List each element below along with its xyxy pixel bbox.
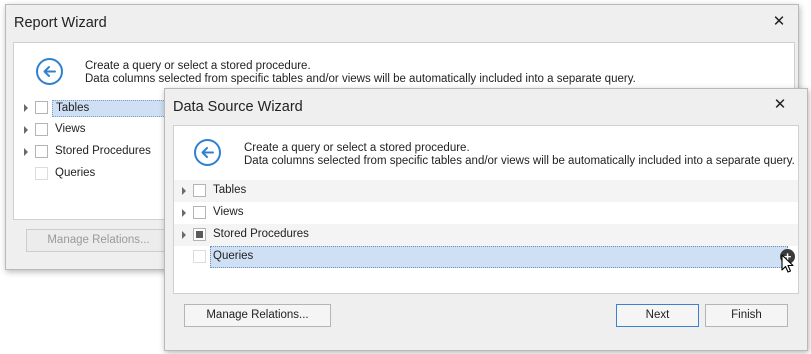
checkbox[interactable] xyxy=(35,123,48,136)
manage-relations-button[interactable]: Manage Relations... xyxy=(184,304,331,327)
hint-line-2: Data columns selected from specific tabl… xyxy=(244,155,795,167)
tree-item-label: Queries xyxy=(55,167,96,179)
selection-highlight xyxy=(210,246,788,268)
next-button[interactable]: Next xyxy=(616,304,699,327)
tree-item-label: Tables xyxy=(213,184,247,196)
hint-line-1: Create a query or select a stored proced… xyxy=(85,60,311,72)
expand-arrow-icon[interactable] xyxy=(24,148,28,156)
expand-arrow-icon[interactable] xyxy=(182,231,186,239)
tree-list: Tables Views Stored Procedures Queries + xyxy=(174,180,798,273)
checkbox[interactable] xyxy=(193,206,206,219)
expand-arrow-icon[interactable] xyxy=(182,209,186,217)
tree-item-label: Stored Procedures xyxy=(213,228,309,240)
manage-relations-button[interactable]: Manage Relations... xyxy=(26,229,171,252)
back-arrow-icon[interactable] xyxy=(194,139,221,166)
expand-arrow-icon[interactable] xyxy=(182,187,186,195)
tree-item-tables[interactable]: Tables xyxy=(174,180,798,202)
back-arrow-icon[interactable] xyxy=(36,58,63,85)
tree-item-label: Stored Procedures xyxy=(55,145,151,157)
tree-item-label: Queries xyxy=(213,250,254,262)
header-row: Create a query or select a stored proced… xyxy=(14,43,794,93)
content-panel: Create a query or select a stored proced… xyxy=(173,125,799,294)
titlebar[interactable]: Data Source Wizard ✕ xyxy=(165,89,807,125)
hint-line-1: Create a query or select a stored proced… xyxy=(244,142,470,154)
hint-line-2: Data columns selected from specific tabl… xyxy=(85,73,636,85)
data-source-wizard-dialog: Data Source Wizard ✕ Create a query or s… xyxy=(164,88,808,351)
mouse-pointer-icon xyxy=(781,254,794,273)
checkbox[interactable] xyxy=(35,101,48,114)
tree-item-label: Views xyxy=(55,123,86,135)
checkbox[interactable] xyxy=(193,228,206,241)
checkbox[interactable] xyxy=(35,167,48,180)
expand-arrow-icon[interactable] xyxy=(24,104,28,112)
instruction-text: Create a query or select a stored proced… xyxy=(85,60,636,86)
close-icon[interactable]: ✕ xyxy=(773,97,787,112)
expand-arrow-icon[interactable] xyxy=(24,126,28,134)
checkbox[interactable] xyxy=(35,145,48,158)
tree-item-label: Views xyxy=(213,206,244,218)
tree-item-queries[interactable]: Queries + xyxy=(174,246,798,273)
checkbox[interactable] xyxy=(193,250,206,263)
tree-item-stored-procedures[interactable]: Stored Procedures xyxy=(174,224,798,246)
dialog-title: Report Wizard xyxy=(14,15,107,31)
header-row: Create a query or select a stored proced… xyxy=(174,126,798,180)
finish-button[interactable]: Finish xyxy=(705,304,788,327)
tree-item-views[interactable]: Views xyxy=(174,202,798,224)
dialog-title: Data Source Wizard xyxy=(173,99,303,115)
instruction-text: Create a query or select a stored proced… xyxy=(244,142,795,168)
titlebar[interactable]: Report Wizard ✕ xyxy=(6,5,798,41)
checkbox[interactable] xyxy=(193,184,206,197)
close-icon[interactable]: ✕ xyxy=(772,14,786,29)
